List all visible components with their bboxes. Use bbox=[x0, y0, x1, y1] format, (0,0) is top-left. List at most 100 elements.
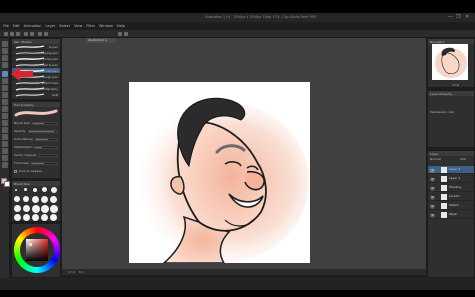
layer-row-selected[interactable]: 👁 Layer 3 bbox=[428, 166, 474, 174]
redo-icon[interactable] bbox=[30, 32, 34, 36]
slider-fill bbox=[35, 138, 49, 140]
tab-pen[interactable]: Pen bbox=[14, 40, 19, 44]
layer-row[interactable]: 👁 Sketch bbox=[428, 202, 474, 210]
eye-icon[interactable]: 👁 bbox=[430, 195, 435, 200]
document-tab[interactable]: Illustration 1 bbox=[86, 38, 116, 43]
anti-aliasing-row[interactable]: Anti-aliasing bbox=[12, 135, 60, 143]
layer-opacity[interactable]: 100 bbox=[460, 157, 466, 161]
brush-size-preset[interactable] bbox=[23, 196, 29, 202]
airbrush-tool-icon[interactable] bbox=[2, 92, 8, 98]
figure-tool-icon[interactable] bbox=[2, 127, 8, 133]
brush-size-preset[interactable] bbox=[50, 196, 57, 203]
clear-icon[interactable] bbox=[38, 32, 42, 36]
menu-window[interactable]: Window bbox=[99, 24, 113, 28]
vector-magnet-slider[interactable] bbox=[38, 153, 58, 157]
zoom-level[interactable]: 17.6 bbox=[68, 270, 75, 274]
vector-magnet-row[interactable]: Vector magnet bbox=[12, 151, 60, 159]
brush-size-row[interactable]: Brush Size bbox=[12, 119, 60, 127]
eye-icon[interactable]: 👁 bbox=[430, 186, 435, 191]
layer-row[interactable]: 👁 Shading bbox=[428, 184, 474, 192]
new-file-icon[interactable] bbox=[4, 32, 8, 36]
brush-size-preset[interactable] bbox=[14, 196, 20, 202]
blend-tool-icon[interactable] bbox=[2, 106, 8, 112]
pen-tool-icon[interactable] bbox=[2, 71, 8, 77]
navigator-zoom[interactable]: 17.6 bbox=[452, 83, 459, 87]
menu-layer[interactable]: Layer bbox=[45, 24, 55, 28]
transform-icon[interactable] bbox=[44, 32, 48, 36]
brush-size-preset[interactable] bbox=[41, 214, 48, 221]
correct-line-tool-icon[interactable] bbox=[2, 162, 8, 168]
brush-item[interactable]: Soft bbox=[12, 92, 60, 98]
thickness-slider[interactable] bbox=[30, 161, 58, 165]
brush-size-preset[interactable] bbox=[50, 205, 58, 213]
eye-icon[interactable]: 👁 bbox=[430, 213, 435, 218]
brush-size-preset[interactable] bbox=[14, 205, 21, 212]
tab-marker[interactable]: Marker bbox=[21, 40, 31, 44]
layer-row[interactable]: 👁 Lineart bbox=[428, 193, 474, 201]
layer-row[interactable]: 👁 Paper bbox=[428, 211, 474, 219]
navigator-thumbnail[interactable] bbox=[432, 44, 468, 80]
brush-size-preset[interactable] bbox=[15, 189, 17, 191]
eye-icon[interactable]: 👁 bbox=[430, 168, 435, 173]
close-button[interactable]: ✕ bbox=[465, 14, 469, 20]
rotation-angle[interactable]: 0.0 bbox=[79, 270, 84, 274]
brush-size-preset[interactable] bbox=[24, 188, 27, 191]
undo-icon[interactable] bbox=[24, 32, 28, 36]
anti-aliasing-slider[interactable] bbox=[34, 137, 58, 141]
operation-tool-icon[interactable] bbox=[2, 55, 8, 61]
maximize-button[interactable]: ❐ bbox=[456, 14, 460, 20]
brush-size-preset[interactable] bbox=[33, 188, 37, 192]
brush-size-preset[interactable] bbox=[23, 214, 30, 221]
frame-tool-icon[interactable] bbox=[2, 134, 8, 140]
brush-size-preset[interactable] bbox=[32, 196, 39, 203]
brush-size-preset[interactable] bbox=[42, 187, 47, 192]
minimize-button[interactable]: — bbox=[448, 14, 453, 20]
opacity-slider[interactable] bbox=[27, 129, 58, 133]
menu-view[interactable]: View bbox=[74, 24, 82, 28]
brush-size-preset[interactable] bbox=[41, 205, 49, 213]
opacity-row[interactable]: Opacity bbox=[12, 127, 60, 135]
zoom-tool-icon[interactable] bbox=[2, 41, 8, 47]
brush-size-preset[interactable] bbox=[32, 205, 40, 213]
save-icon[interactable] bbox=[16, 32, 20, 36]
color-picker-handle[interactable] bbox=[29, 243, 32, 246]
eye-icon[interactable]: 👁 bbox=[430, 204, 435, 209]
menu-filter[interactable]: Filter bbox=[86, 24, 95, 28]
menu-edit[interactable]: Edit bbox=[13, 24, 20, 28]
thickness-row[interactable]: Thickness bbox=[12, 159, 60, 167]
menu-select[interactable]: Select bbox=[59, 24, 70, 28]
brush-tool-icon[interactable] bbox=[2, 85, 8, 91]
menu-help[interactable]: Help bbox=[117, 24, 125, 28]
brush-size-preset[interactable] bbox=[14, 214, 21, 221]
snap-icon[interactable] bbox=[118, 32, 122, 36]
eraser-tool-icon[interactable] bbox=[2, 99, 8, 105]
stabilization-row[interactable]: Stabilization bbox=[12, 143, 60, 151]
menu-file[interactable]: File bbox=[3, 24, 9, 28]
balloon-tool-icon[interactable] bbox=[2, 155, 8, 161]
stabilization-slider[interactable] bbox=[34, 145, 58, 149]
selection-tool-icon[interactable] bbox=[2, 62, 8, 68]
lock-opaque-option[interactable]: Lock to opaque bbox=[12, 167, 60, 175]
gradient-tool-icon[interactable] bbox=[2, 120, 8, 126]
eye-icon[interactable]: 👁 bbox=[430, 177, 435, 182]
move-tool-icon[interactable] bbox=[2, 48, 8, 54]
brush-size-preset[interactable] bbox=[51, 187, 57, 193]
sub-color-swatch[interactable] bbox=[4, 181, 10, 187]
brush-size-preset[interactable] bbox=[23, 205, 30, 212]
checkbox-icon[interactable] bbox=[14, 169, 17, 173]
open-file-icon[interactable] bbox=[10, 32, 14, 36]
layer-row[interactable]: 👁 Layer 2 bbox=[428, 175, 474, 183]
brush-size-slider[interactable] bbox=[31, 121, 58, 125]
letterbox-top bbox=[0, 0, 475, 13]
menu-animation[interactable]: Animation bbox=[24, 24, 42, 28]
fill-tool-icon[interactable] bbox=[2, 113, 8, 119]
brush-size-preset[interactable] bbox=[41, 196, 48, 203]
brush-size-preset[interactable] bbox=[32, 214, 39, 221]
ruler-icon[interactable] bbox=[124, 32, 128, 36]
ruler-tool-icon[interactable] bbox=[2, 141, 8, 147]
blend-mode-select[interactable]: Normal bbox=[430, 157, 441, 161]
text-tool-icon[interactable] bbox=[2, 148, 8, 154]
canvas-paper[interactable] bbox=[129, 82, 310, 264]
pencil-tool-icon[interactable] bbox=[2, 78, 8, 84]
brush-size-preset[interactable] bbox=[50, 214, 57, 221]
